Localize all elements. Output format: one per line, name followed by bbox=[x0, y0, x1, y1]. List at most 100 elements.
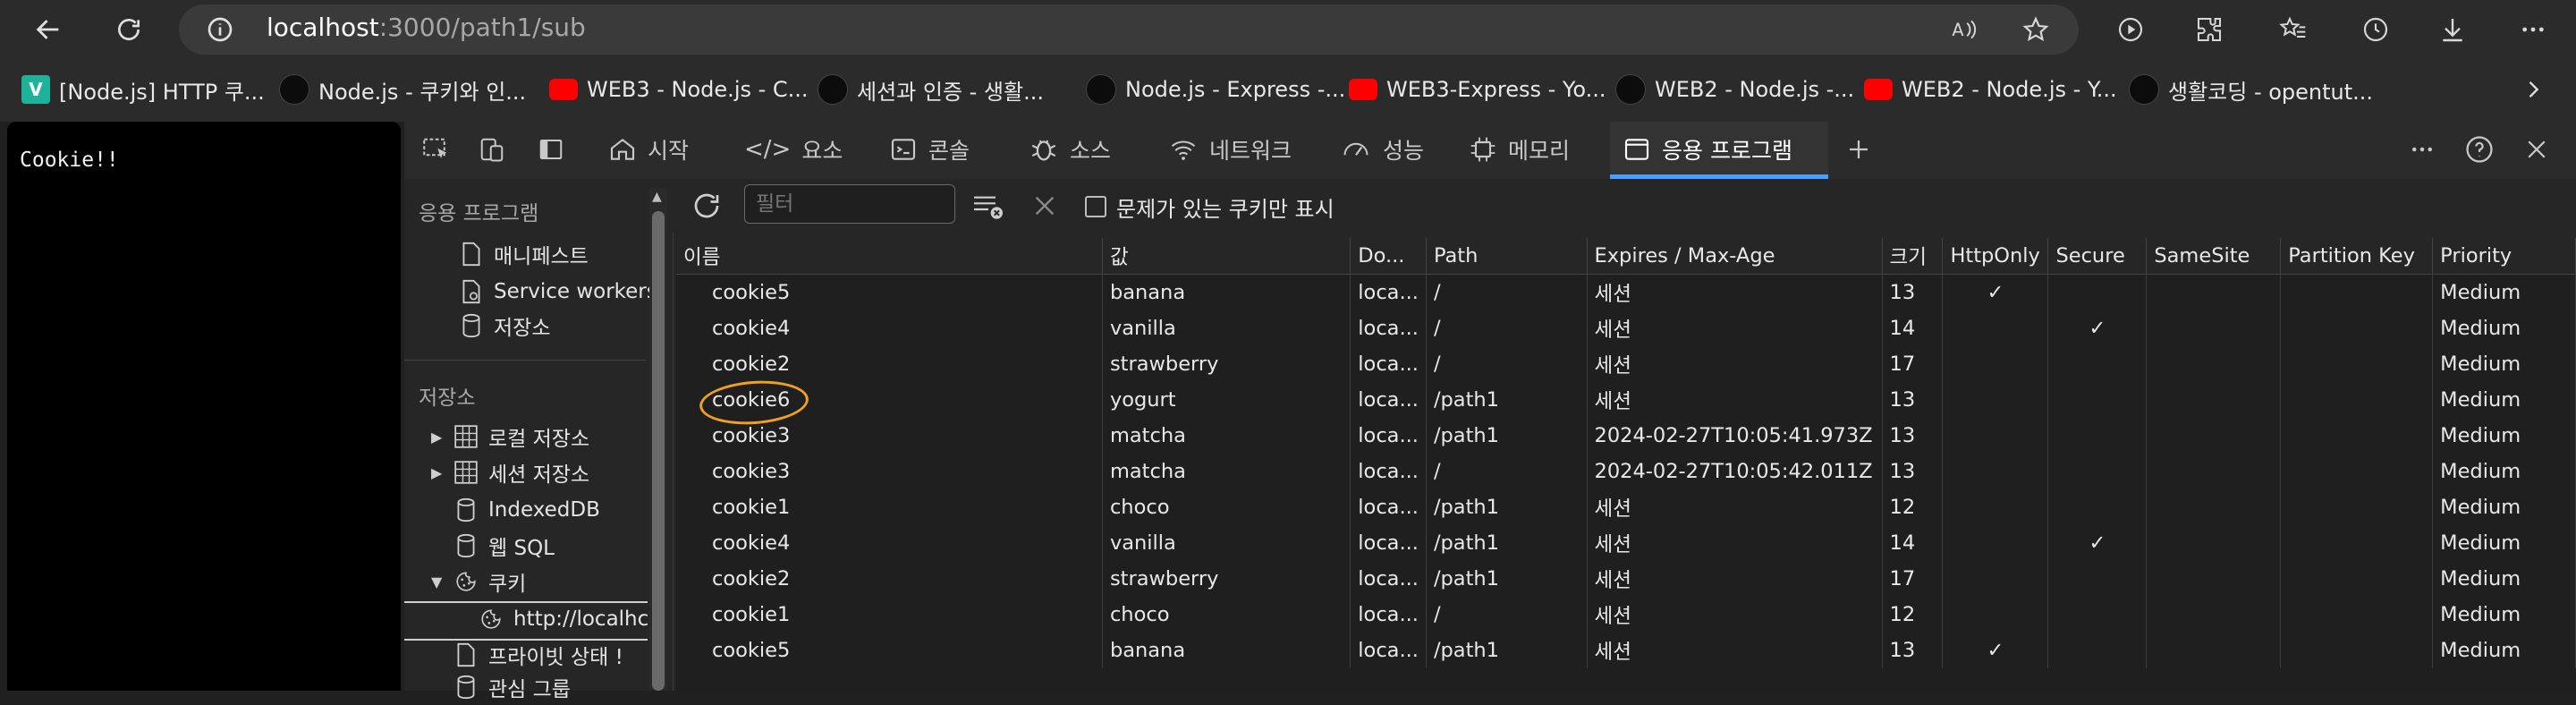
expand-triangle-icon[interactable]: ▶ bbox=[431, 429, 444, 446]
settings-menu-icon[interactable] bbox=[2510, 6, 2556, 53]
clear-filtered-cookies-icon[interactable] bbox=[971, 191, 1005, 224]
sidebar-item-storage[interactable]: 저장소 bbox=[460, 308, 550, 344]
bookmark-item[interactable]: 생활코딩 - opentut... bbox=[2129, 72, 2373, 107]
only-issues-checkbox[interactable] bbox=[1085, 196, 1106, 217]
dock-sidebar-icon[interactable] bbox=[528, 122, 574, 177]
sidebar-scroll-thumb[interactable] bbox=[652, 211, 665, 691]
cell-partition bbox=[2280, 561, 2434, 597]
table-row[interactable]: cookie4 vanilla loca... / 세션 14 ✓ Medium bbox=[676, 310, 2576, 346]
table-row[interactable]: cookie4 vanilla loca.../path1 세션 14 ✓ Medium bbox=[676, 525, 2576, 561]
collapse-triangle-icon[interactable]: ▼ bbox=[431, 573, 444, 590]
column-header[interactable]: HttpOnly bbox=[1942, 238, 2049, 275]
tab-network[interactable]: 네트워크 bbox=[1168, 122, 1302, 177]
sidebar-item-cookies[interactable]: ▼ 쿠키 bbox=[431, 564, 526, 599]
column-header[interactable]: Path bbox=[1426, 238, 1588, 275]
tab-elements[interactable]: </> 요소 bbox=[744, 122, 843, 177]
table-row[interactable]: cookie2 strawberry loca... / 세션 17 Medium bbox=[676, 346, 2576, 382]
table-row[interactable]: cookie5 banana loca... / 세션 13 ✓ Medium bbox=[676, 274, 2576, 310]
bookmark-item[interactable]: WEB2 - Node.js -... bbox=[1615, 72, 1854, 107]
github-icon bbox=[818, 74, 848, 105]
bookmark-item[interactable]: Node.js - 쿠키와 인... bbox=[279, 72, 526, 107]
tab-sources[interactable]: 소스 bbox=[1029, 122, 1122, 177]
device-emulation-icon[interactable] bbox=[469, 122, 515, 177]
cell-value: strawberry bbox=[1102, 346, 1352, 382]
history-icon[interactable] bbox=[2352, 6, 2399, 53]
sidebar-item-service-workers[interactable]: Service workers bbox=[460, 274, 657, 310]
read-aloud-icon[interactable]: A bbox=[1943, 6, 1989, 53]
table-row[interactable]: cookie6 yogurt loca.../path1 세션 13 Medium bbox=[676, 382, 2576, 418]
sidebar-item-cookie-origin[interactable]: http://localhc bbox=[479, 601, 648, 637]
column-header[interactable]: Secure bbox=[2047, 238, 2148, 275]
url-host: localhost bbox=[267, 13, 379, 42]
chip-icon bbox=[1470, 137, 1496, 162]
v-icon: V bbox=[21, 75, 50, 104]
bug-icon bbox=[1031, 140, 1056, 161]
cell-value: choco bbox=[1102, 597, 1352, 633]
refresh-cookies-icon[interactable] bbox=[691, 190, 723, 225]
column-header[interactable]: Do... bbox=[1350, 238, 1427, 275]
tab-memory[interactable]: 메모리 bbox=[1469, 122, 1580, 177]
column-header[interactable]: Expires / Max-Age bbox=[1587, 238, 1883, 275]
add-tab-icon[interactable] bbox=[1835, 122, 1882, 177]
cell-size: 17 bbox=[1882, 561, 1944, 597]
tab-application[interactable]: 응용 프로그램 bbox=[1610, 122, 1828, 179]
cell-value: matcha bbox=[1102, 418, 1352, 454]
help-icon[interactable] bbox=[2456, 122, 2503, 177]
sidebar-item-manifest[interactable]: 매니페스트 bbox=[460, 236, 589, 272]
media-icon[interactable] bbox=[2107, 6, 2154, 53]
favorites-list-icon[interactable] bbox=[2270, 6, 2317, 53]
column-header[interactable]: SameSite bbox=[2146, 238, 2282, 275]
sidebar-item-private-state[interactable]: 프라이빗 상태 ! bbox=[454, 637, 623, 673]
url-text[interactable]: localhost:3000/path1/sub bbox=[267, 13, 586, 42]
cell-name: cookie5 bbox=[676, 633, 1103, 668]
sidebar-item-session-storage[interactable]: ▶ 세션 저장소 bbox=[431, 454, 589, 490]
cookie-filter-input[interactable] bbox=[744, 184, 955, 224]
sidebar-item-label: 세션 저장소 bbox=[488, 463, 590, 487]
column-header[interactable]: 이름 bbox=[676, 238, 1103, 275]
bookmark-item[interactable]: V [Node.js] HTTP 쿠... bbox=[21, 72, 265, 107]
inspect-element-icon[interactable] bbox=[413, 122, 460, 177]
column-header[interactable]: 값 bbox=[1102, 238, 1352, 275]
table-row[interactable]: cookie5 banana loca.../path1 세션 13 ✓ Medium bbox=[676, 633, 2576, 668]
delete-all-cookies-icon[interactable] bbox=[1030, 191, 1059, 224]
sidebar-item-local-storage[interactable]: ▶ 로컬 저장소 bbox=[431, 419, 589, 454]
extensions-icon[interactable] bbox=[2186, 6, 2233, 53]
table-row[interactable]: cookie1 choco loca... / 세션 12 Medium bbox=[676, 597, 2576, 633]
cell-priority: Medium bbox=[2432, 489, 2576, 525]
sidebar-item-label: IndexedDB bbox=[488, 498, 600, 522]
bookmark-item[interactable]: WEB2 - Node.js - Y... bbox=[1864, 72, 2117, 107]
close-devtools-icon[interactable] bbox=[2513, 122, 2560, 177]
tab-performance[interactable]: 성능 bbox=[1340, 122, 1433, 177]
bookmark-item[interactable]: WEB3 - Node.js - C... bbox=[549, 72, 809, 107]
table-row[interactable]: cookie3 matcha loca.../2024-02-27T10:05:42… bbox=[676, 454, 2576, 489]
back-button[interactable] bbox=[25, 6, 72, 53]
column-header[interactable]: Priority bbox=[2432, 238, 2576, 275]
downloads-icon[interactable] bbox=[2429, 6, 2476, 53]
chevron-right-icon[interactable] bbox=[2521, 75, 2546, 107]
sidebar-item-websql[interactable]: 웹 SQL bbox=[454, 528, 555, 564]
grid-icon bbox=[454, 423, 478, 450]
sidebar-item-label: 쿠키 bbox=[488, 573, 527, 596]
bookmark-item[interactable]: WEB3-Express - Yo... bbox=[1349, 72, 1606, 107]
favorite-star-icon[interactable] bbox=[2012, 6, 2059, 53]
tab-welcome[interactable]: 시작 bbox=[608, 122, 701, 177]
info-icon[interactable] bbox=[206, 15, 234, 47]
column-header[interactable]: Partition Key bbox=[2280, 238, 2434, 275]
scroll-up-arrow-icon[interactable]: ▲ bbox=[652, 190, 662, 204]
tab-console[interactable]: 콘솔 bbox=[889, 122, 982, 177]
bookmark-label: WEB2 - Node.js - Y... bbox=[1902, 77, 2117, 102]
refresh-button[interactable] bbox=[106, 6, 152, 53]
bookmark-label: [Node.js] HTTP 쿠... bbox=[59, 79, 265, 105]
cell-expires: 2024-02-27T10:05:42.011Z bbox=[1587, 454, 1883, 489]
table-row[interactable]: cookie1 choco loca.../path1 세션 12 Medium bbox=[676, 489, 2576, 525]
sidebar-item-interest-group[interactable]: 관심 그룹 bbox=[454, 669, 571, 705]
expand-triangle-icon[interactable]: ▶ bbox=[431, 464, 444, 481]
table-row[interactable]: cookie2 strawberry loca.../path1 세션 17 Medium bbox=[676, 561, 2576, 597]
more-options-icon[interactable] bbox=[2399, 122, 2445, 177]
column-header[interactable]: 크기 bbox=[1882, 238, 1944, 275]
bookmark-item[interactable]: Node.js - Express -... bbox=[1086, 72, 1345, 107]
sidebar-item-indexeddb[interactable]: IndexedDB bbox=[454, 492, 600, 528]
bookmark-item[interactable]: 세션과 인증 - 생활... bbox=[818, 72, 1044, 107]
table-row[interactable]: cookie3 matcha loca.../path1 2024-02-27T10:… bbox=[676, 418, 2576, 454]
tab-label: 메모리 bbox=[1508, 138, 1571, 164]
